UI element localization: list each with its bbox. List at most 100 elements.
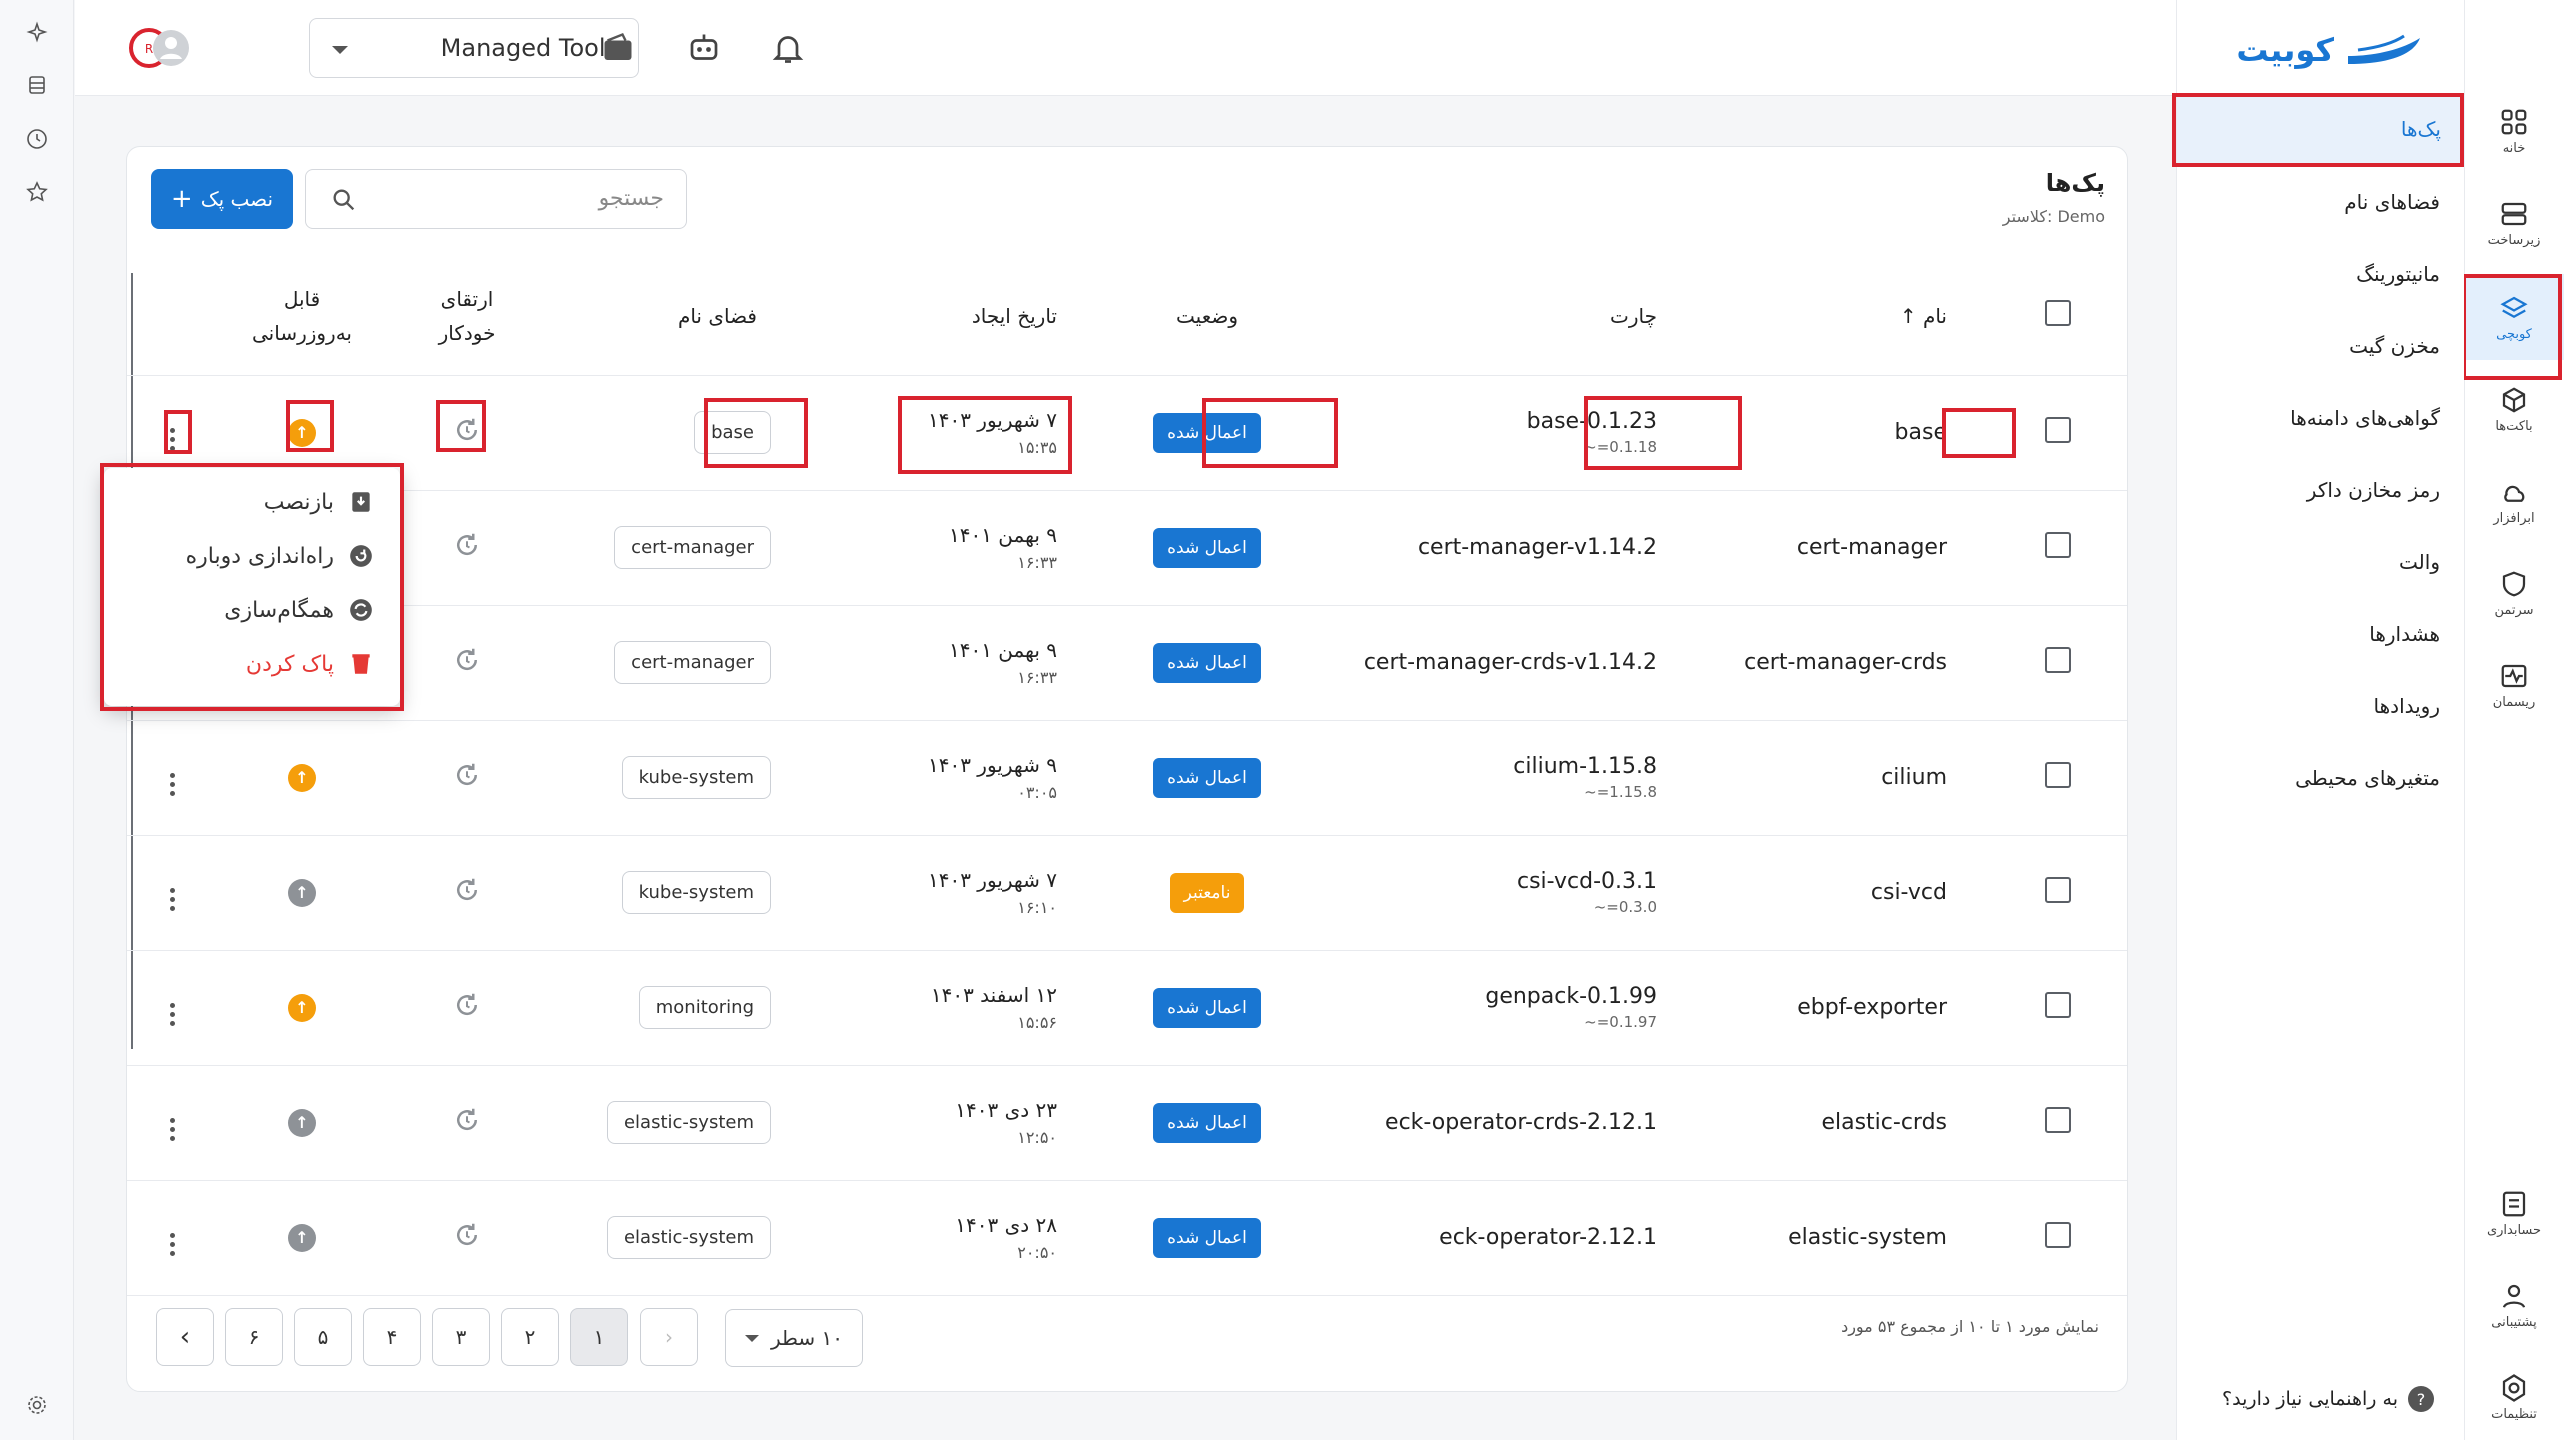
table-row[interactable]: ↑ kube-system ۹ شهریور ۱۴۰۳ ۰۳:۰۵ اعمال ش… — [127, 720, 2127, 836]
table-row[interactable]: ↑ cert-manager ۹ بهمن ۱۴۰۱۱۶:۳۳ اعمال شد… — [127, 605, 2127, 721]
subnav-item-docker-secrets[interactable]: رمز مخازن داکر — [2307, 478, 2440, 502]
star-icon[interactable] — [22, 177, 52, 207]
rail-label: تنظیمات — [2491, 1406, 2537, 1422]
pack-name[interactable]: elastic-system — [1788, 1225, 1947, 1250]
upgrade-arrow-icon[interactable]: ↑ — [288, 1108, 316, 1137]
subnav-item-monitoring[interactable]: مانیتورینگ — [2356, 262, 2440, 286]
pack-name[interactable]: csi-vcd — [1871, 880, 1947, 905]
select-all-checkbox[interactable] — [2045, 300, 2071, 327]
wallet-icon[interactable] — [600, 30, 636, 70]
row-menu-button[interactable] — [169, 1003, 175, 1026]
pack-name[interactable]: ebpf-exporter — [1797, 995, 1947, 1020]
auto-upgrade-icon[interactable] — [452, 990, 482, 1020]
auto-upgrade-icon[interactable] — [452, 1220, 482, 1250]
subnav-item-vault[interactable]: والت — [2399, 550, 2440, 574]
menu-item-restart[interactable]: راه‌اندازی دوباره — [186, 534, 374, 578]
table-row[interactable]: ↑ base ۷ شهریور ۱۴۰۳ ۱۵:۳۵ اعمال شده base… — [127, 375, 2127, 491]
subnav-item-domain-certs[interactable]: گواهی‌های دامنه‌ها — [2290, 406, 2440, 430]
row-menu-button[interactable] — [169, 1118, 175, 1141]
bell-icon[interactable] — [770, 30, 806, 70]
rail-item-sartaman[interactable]: سرتمن — [2464, 550, 2564, 636]
pack-name[interactable]: cert-manager — [1797, 535, 1947, 560]
subnav-item-git-repo[interactable]: مخزن گیت — [2349, 334, 2440, 358]
rail-item-billing[interactable]: حسابداری — [2464, 1170, 2564, 1256]
tool-selector[interactable]: Managed Tools — [309, 18, 639, 78]
upgrade-arrow-icon[interactable]: ↑ — [288, 763, 316, 792]
row-checkbox[interactable] — [2045, 646, 2071, 673]
row-checkbox[interactable] — [2045, 761, 2071, 788]
auto-upgrade-icon[interactable] — [452, 645, 482, 675]
pack-name[interactable]: base — [1895, 420, 1947, 445]
row-checkbox[interactable] — [2045, 991, 2071, 1018]
rail-item-kubchi[interactable]: کوبچی — [2464, 274, 2564, 360]
pack-name[interactable]: cert-manager-crds — [1744, 650, 1947, 675]
row-menu-button[interactable] — [169, 888, 175, 911]
row-checkbox[interactable] — [2045, 1221, 2071, 1248]
robot-icon[interactable] — [686, 30, 722, 70]
sparkle-icon[interactable] — [22, 18, 52, 48]
rail-item-home[interactable]: خانه — [2464, 88, 2564, 174]
auto-upgrade-icon[interactable] — [452, 1105, 482, 1135]
rail-item-infrastructure[interactable]: زیرساخت — [2464, 180, 2564, 266]
col-name[interactable]: ↑ نام — [1697, 257, 1987, 376]
install-pack-button[interactable]: + نصب پک — [151, 169, 293, 229]
subnav-item-namespaces[interactable]: فضاهای نام — [2344, 190, 2440, 214]
page-button-1[interactable]: ۱ — [570, 1308, 628, 1366]
auto-upgrade-icon[interactable] — [452, 530, 482, 560]
table-row[interactable]: ↑ monitoring ۱۲ اسفند ۱۴۰۳ ۱۵:۵۶ اعمال شد… — [127, 950, 2127, 1066]
upgrade-arrow-icon[interactable]: ↑ — [288, 1223, 316, 1252]
table-row[interactable]: ↑ elastic-system ۲۳ دی ۱۴۰۳ ۱۲:۵۰ اعمال ش… — [127, 1065, 2127, 1181]
card-title: پک‌ها — [2045, 169, 2105, 197]
row-checkbox[interactable] — [2045, 876, 2071, 903]
upgrade-arrow-icon[interactable]: ↑ — [288, 993, 316, 1022]
auto-upgrade-icon[interactable] — [452, 415, 482, 445]
auto-upgrade-icon[interactable] — [452, 760, 482, 790]
col-updatable: قابل به‌روزرسانی — [217, 257, 387, 376]
page-button-5[interactable]: ۵ — [294, 1308, 352, 1366]
rail-item-risman[interactable]: ریسمان — [2464, 642, 2564, 728]
menu-item-sync[interactable]: همگام‌سازی — [224, 588, 374, 632]
upgrade-arrow-icon[interactable]: ↑ — [288, 418, 316, 447]
table-row[interactable]: ↑ cert-manager ۹ بهمن ۱۴۰۱۱۶:۳۳ اعمال شد… — [127, 490, 2127, 606]
next-page-button[interactable]: ‹ — [156, 1308, 214, 1366]
svg-text:R: R — [145, 42, 153, 56]
auto-upgrade-icon[interactable] — [452, 875, 482, 905]
menu-item-delete[interactable]: پاک کردن — [246, 642, 374, 686]
row-checkbox[interactable] — [2045, 531, 2071, 558]
clock-icon[interactable] — [22, 124, 52, 154]
status-badge: اعمال شده — [1153, 412, 1261, 453]
page-button-2[interactable]: ۲ — [501, 1308, 559, 1366]
rows-per-page-select[interactable]: ۱۰ سطر — [725, 1309, 863, 1367]
rail-item-support[interactable]: پشتیبانی — [2464, 1262, 2564, 1348]
created-time: ۱۶:۳۳ — [1017, 668, 1057, 687]
row-checkbox[interactable] — [2045, 416, 2071, 443]
subnav-item-events[interactable]: رویدادها — [2374, 694, 2440, 718]
rail-item-cloudapp[interactable]: ابرافزار — [2464, 458, 2564, 544]
upgrade-arrow-icon[interactable]: ↑ — [288, 878, 316, 907]
search-input[interactable]: جستجو — [305, 169, 687, 229]
row-checkbox[interactable] — [2045, 1106, 2071, 1133]
table-row[interactable]: ↑ elastic-system ۲۸ دی ۱۴۰۳ ۲۰:۵۰ اعمال ش… — [127, 1180, 2127, 1296]
table-row[interactable]: ↑ kube-system ۷ شهریور ۱۴۰۳ ۱۶:۱۰ نامعتبر… — [127, 835, 2127, 951]
menu-item-reinstall[interactable]: بازنصب — [264, 480, 374, 524]
rail-item-buckets[interactable]: باکت‌ها — [2464, 366, 2564, 452]
pack-name[interactable]: cilium — [1881, 765, 1947, 790]
row-menu-button[interactable] — [169, 428, 175, 451]
row-menu-button[interactable] — [169, 773, 175, 796]
gear-icon[interactable] — [22, 1390, 52, 1420]
row-menu-button[interactable] — [169, 1233, 175, 1256]
created-time: ۰۳:۰۵ — [1017, 783, 1057, 802]
chart-constraint: ~=0.3.0 — [1593, 898, 1657, 916]
subnav-item-packs[interactable]: پک‌ها — [2177, 95, 2465, 167]
subnav-item-env-vars[interactable]: متغیرهای محیطی — [2295, 766, 2440, 790]
subnav-item-alerts[interactable]: هشدارها — [2369, 622, 2440, 646]
page-button-6[interactable]: ۶ — [225, 1308, 283, 1366]
prev-page-button[interactable]: › — [640, 1308, 698, 1366]
rail-item-settings[interactable]: تنظیمات — [2464, 1354, 2564, 1440]
pack-name[interactable]: elastic-crds — [1821, 1110, 1947, 1135]
page-button-4[interactable]: ۴ — [363, 1308, 421, 1366]
database-icon[interactable] — [22, 70, 52, 100]
help-link[interactable]: ? به راهنمایی نیاز دارید؟ — [2222, 1386, 2434, 1412]
avatar[interactable]: R — [127, 24, 197, 72]
page-button-3[interactable]: ۳ — [432, 1308, 490, 1366]
